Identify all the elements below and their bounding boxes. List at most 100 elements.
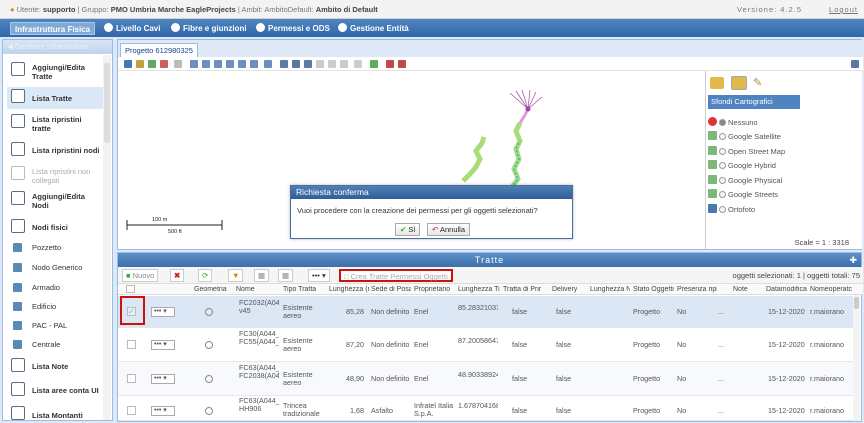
- radio[interactable]: [719, 133, 726, 140]
- radio-selected[interactable]: [719, 119, 726, 126]
- column-header[interactable]: Presenza ripi: [677, 286, 717, 293]
- table-row[interactable]: ••• ▾ FC63(A044_795)-FC2038(A044_735) Es…: [118, 362, 856, 396]
- maximize-icon[interactable]: [851, 60, 859, 68]
- sidebar-item-nodo-generico[interactable]: Nodo Generico: [7, 260, 103, 274]
- layer-google-physical[interactable]: Google Physical: [708, 175, 782, 187]
- select-icon[interactable]: [136, 60, 144, 68]
- row-checkbox[interactable]: [127, 340, 136, 349]
- basemap-icon[interactable]: [731, 76, 747, 90]
- geometry-icon[interactable]: [205, 407, 213, 415]
- row-checkbox[interactable]: [127, 406, 136, 415]
- geometry-icon[interactable]: [205, 341, 213, 349]
- tratta-line[interactable]: [461, 136, 487, 183]
- collapse-icon[interactable]: ◀: [7, 42, 13, 51]
- sidebar-item-edificio[interactable]: Edificio: [7, 299, 103, 313]
- column-header[interactable]: Stato Oggetti: [633, 286, 674, 293]
- column-header[interactable]: Proprietario: [414, 286, 450, 293]
- sidebar-item-aree-conta-ui[interactable]: Lista aree conta UI: [7, 380, 103, 400]
- menu-infrastruttura-fisica[interactable]: Infrastruttura Fisica: [10, 22, 96, 35]
- new-button[interactable]: ■ Nuovo: [122, 269, 159, 282]
- zoom-prev-icon[interactable]: [238, 60, 246, 68]
- menu-fibre-giunzioni[interactable]: Fibre e giunzioni: [167, 22, 251, 35]
- sidebar-item-lista-note[interactable]: Lista Note: [7, 356, 103, 376]
- columns-button[interactable]: ▦: [278, 269, 294, 282]
- table-row[interactable]: ••• ▾ FC63(A044_795)-HH906 Trincea tradi…: [118, 396, 856, 421]
- layers-icon[interactable]: [710, 77, 724, 89]
- sidebar-item-lista-tratte[interactable]: Lista Tratte: [7, 87, 103, 109]
- sidebar-item-ripristini-non-collegati[interactable]: Lista ripristini non collegati: [7, 164, 103, 189]
- table-row[interactable]: ••• ▾ FC30(A044_781)-FC55(A044_859) Esis…: [118, 328, 856, 362]
- column-header[interactable]: Datamodifica: [766, 286, 807, 293]
- row-checkbox[interactable]: [127, 374, 136, 383]
- tool-icon[interactable]: [174, 60, 182, 68]
- yes-button[interactable]: ✔ Sì: [395, 223, 421, 236]
- draw-icon[interactable]: [292, 60, 300, 68]
- filter-button[interactable]: ▼: [228, 269, 244, 282]
- expand-icon[interactable]: ✚: [849, 255, 857, 266]
- layer-google-hybrid[interactable]: Google Hybrid: [708, 160, 776, 172]
- column-header[interactable]: Nome: [236, 286, 255, 293]
- row-actions-dropdown[interactable]: ••• ▾: [151, 307, 175, 317]
- menu-livello-cavi[interactable]: Livello Cavi: [100, 22, 164, 35]
- sidebar-item-centrale[interactable]: Centrale: [7, 337, 103, 351]
- column-header[interactable]: Geometria: [194, 286, 227, 293]
- zoom-extent-icon[interactable]: [190, 60, 198, 68]
- export-button[interactable]: ▦: [254, 269, 270, 282]
- zoom-box-icon[interactable]: [226, 60, 234, 68]
- tab-project[interactable]: Progetto 612980325: [120, 43, 198, 57]
- sidebar-item-ripristini-tratte[interactable]: Lista ripristini tratte: [7, 112, 103, 137]
- snap-icon[interactable]: [304, 60, 312, 68]
- node-point[interactable]: [525, 106, 531, 112]
- more-menu[interactable]: ••• ▾: [308, 269, 330, 282]
- radio[interactable]: [719, 206, 726, 213]
- logout-link[interactable]: Logout: [829, 5, 858, 14]
- radio[interactable]: [719, 148, 726, 155]
- refresh-button[interactable]: ⟳: [198, 269, 213, 282]
- column-header[interactable]: Lunghezza Ti: [458, 286, 502, 293]
- scroll-thumb[interactable]: [104, 63, 110, 143]
- sidebar-scrollbar[interactable]: [103, 55, 111, 420]
- sidebar-item-lista-montanti[interactable]: Lista Montanti: [7, 404, 103, 420]
- radio[interactable]: [719, 162, 726, 169]
- column-header[interactable]: Delivery: [552, 286, 577, 293]
- pan-icon[interactable]: [124, 60, 132, 68]
- geometry-icon[interactable]: [205, 308, 213, 316]
- zoom-in-icon[interactable]: [202, 60, 210, 68]
- export-icon[interactable]: [398, 60, 406, 68]
- crea-permessi-button[interactable]: □ Crea Tratte Permessi Oggetti: [339, 269, 453, 282]
- column-header[interactable]: Lunghezza (r: [329, 286, 369, 293]
- column-header[interactable]: Tratta di Prir: [503, 286, 543, 293]
- print-icon[interactable]: [386, 60, 394, 68]
- layer-google-streets[interactable]: Google Streets: [708, 189, 778, 201]
- zoom-next-icon[interactable]: [250, 60, 258, 68]
- column-header[interactable]: Tipo Tratta: [283, 286, 316, 293]
- sidebar-item-nodi-fisici[interactable]: Nodi fisici: [7, 217, 103, 237]
- cancel-button[interactable]: ↶ Annulla: [427, 223, 470, 236]
- sidebar-item-pozzetto[interactable]: Pozzetto: [7, 240, 103, 254]
- radio[interactable]: [719, 191, 726, 198]
- tool-pencil-icon[interactable]: ✎: [753, 77, 765, 89]
- sidebar-item-ripristini-nodi[interactable]: Lista ripristini nodi: [7, 140, 103, 160]
- column-header[interactable]: Sede di Posa: [371, 286, 411, 293]
- table-row[interactable]: ✓ ••• ▾ FC2032(A044_849)-v45 Esistente a…: [118, 296, 856, 328]
- row-actions-dropdown[interactable]: ••• ▾: [151, 340, 175, 350]
- sidebar-item-aggiungi-tratte[interactable]: Aggiungi/Edita Tratte: [7, 60, 103, 87]
- sidebar-item-pac-pal[interactable]: PAC - PAL: [7, 318, 103, 332]
- sidebar-header[interactable]: ◀ Gestione infrastrutture: [3, 40, 112, 54]
- row-actions-dropdown[interactable]: ••• ▾: [151, 374, 175, 384]
- identify-icon[interactable]: [148, 60, 156, 68]
- layer-ortofoto[interactable]: Ortofoto: [708, 204, 755, 216]
- select-all-checkbox[interactable]: [126, 285, 135, 293]
- menu-gestione-entita[interactable]: Gestione Entità: [334, 22, 413, 35]
- sidebar-item-armadio[interactable]: Armadio: [7, 280, 103, 294]
- column-header[interactable]: Note: [733, 286, 748, 293]
- edit-icon[interactable]: [280, 60, 288, 68]
- column-header[interactable]: Nomeoperatc: [810, 286, 855, 293]
- delete-button[interactable]: ✖: [170, 269, 185, 282]
- layer-nessuno[interactable]: Nessuno: [708, 117, 758, 129]
- row-actions-dropdown[interactable]: ••• ▾: [151, 406, 175, 416]
- zoom-out-icon[interactable]: [214, 60, 222, 68]
- refresh-icon[interactable]: [264, 60, 272, 68]
- layer-osm[interactable]: Open Street Map: [708, 146, 785, 158]
- column-header[interactable]: Lunghezza N: [590, 286, 630, 293]
